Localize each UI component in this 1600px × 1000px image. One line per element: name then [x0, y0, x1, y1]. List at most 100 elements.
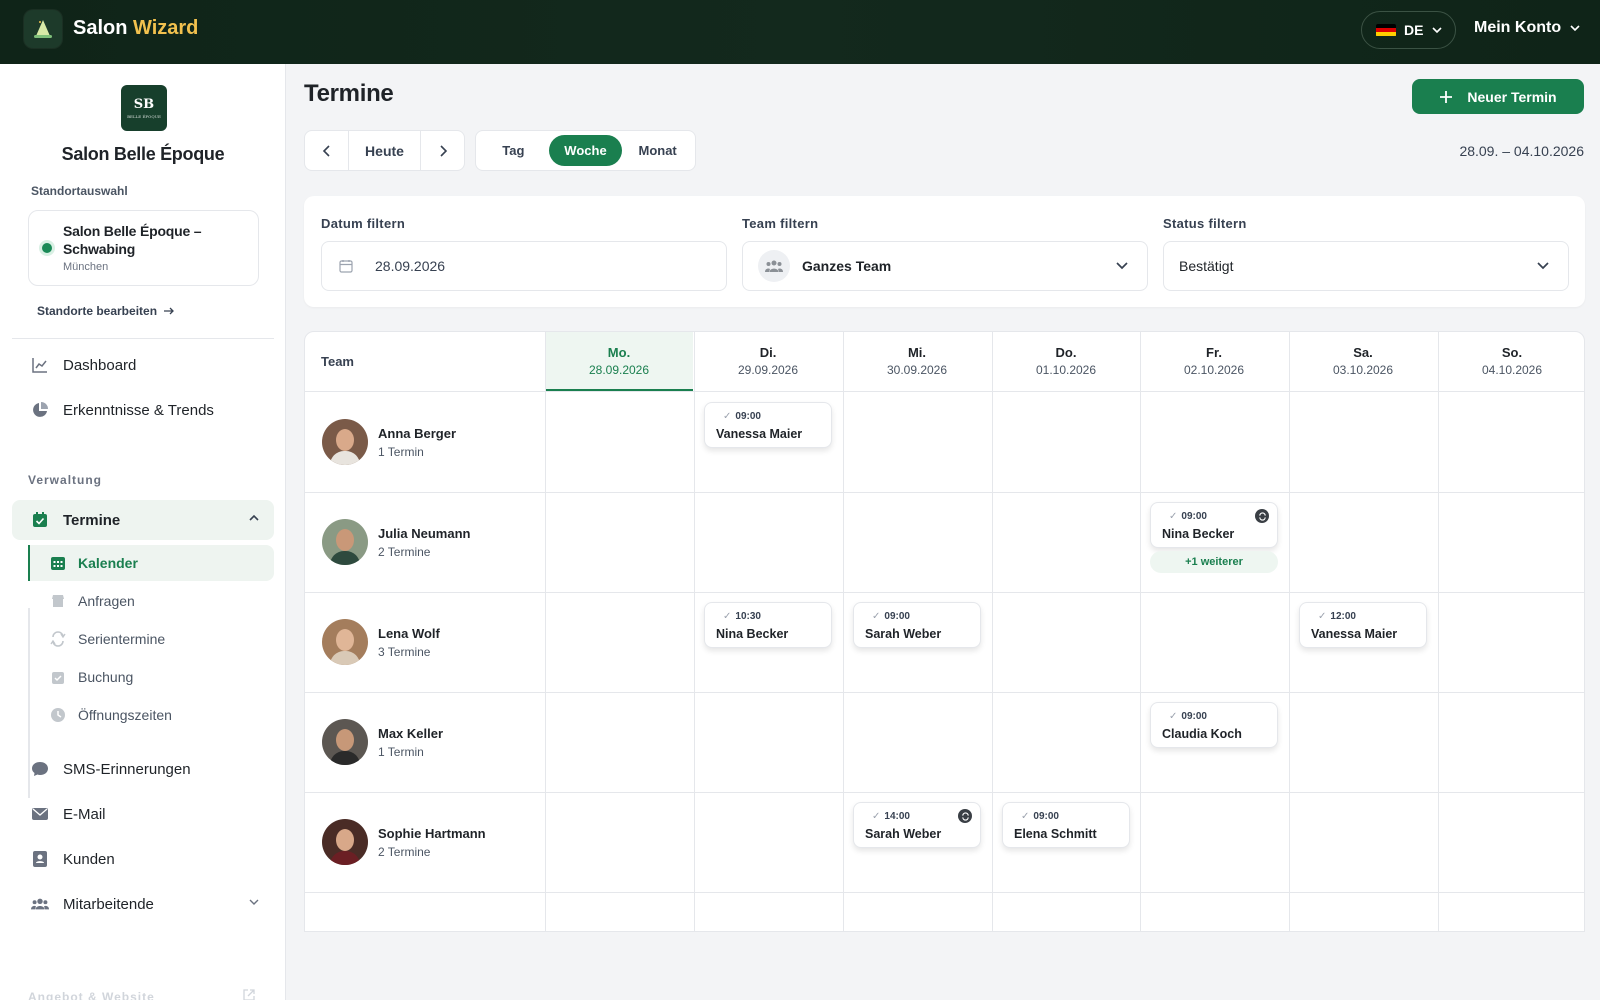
chevron-down-icon — [1537, 262, 1549, 270]
grid-line — [545, 332, 546, 931]
appointment-card[interactable]: ✓ 14:00 Sarah Weber — [853, 802, 981, 848]
avatar — [322, 519, 368, 565]
sidebar-item-mitarbeitende[interactable]: Mitarbeitende — [12, 884, 274, 924]
day-header-sat[interactable]: Sa. 03.10.2026 — [1289, 332, 1437, 391]
appointment-card[interactable]: ✓ 09:00 Elena Schmitt — [1002, 802, 1130, 848]
section-label-admin: Verwaltung — [28, 473, 103, 487]
account-menu[interactable]: Mein Konto — [1474, 19, 1581, 37]
view-tab-day[interactable]: Tag — [480, 135, 547, 166]
team-member-row[interactable]: Lena Wolf 3 Termine — [305, 592, 545, 692]
app-title: Salon Wizard — [73, 17, 199, 39]
sidebar-item-dashboard[interactable]: Dashboard — [12, 345, 274, 385]
check-icon: ✓ — [872, 811, 881, 822]
users-icon — [31, 898, 49, 910]
page-title: Termine — [304, 80, 394, 107]
check-icon: ✓ — [1021, 811, 1030, 822]
status-filter-label: Status filtern — [1163, 216, 1247, 231]
check-icon: ✓ — [723, 611, 732, 622]
view-tab-week[interactable]: Woche — [548, 135, 623, 166]
app-logo[interactable] — [24, 10, 62, 48]
status-filter-select[interactable]: Bestätigt — [1163, 241, 1569, 291]
appointment-card[interactable]: ✓ 09:00 Vanessa Maier — [704, 402, 832, 448]
salon-logo: SB BELLE ÉPOQUE — [121, 85, 167, 131]
edit-locations-link[interactable]: Standorte bearbeiten — [37, 304, 175, 318]
wizard-hat-icon — [34, 20, 52, 38]
day-header-sun[interactable]: So. 04.10.2026 — [1438, 332, 1584, 391]
section-label-offer: Angebot & Website — [28, 990, 155, 1000]
chevron-down-icon — [1570, 25, 1580, 32]
previous-week-button[interactable] — [305, 131, 348, 170]
team-member-row[interactable]: Sophie Hartmann 2 Termine — [305, 792, 545, 892]
new-appointment-button[interactable]: Neuer Termin — [1412, 79, 1584, 114]
week-calendar: Team Mo. 28.09.2026 Di. 29.09.2026 Mi. 3… — [304, 331, 1585, 932]
calendar-icon — [339, 260, 353, 273]
grid-line — [843, 332, 844, 931]
location-city: München — [63, 261, 109, 273]
store-icon — [52, 595, 64, 607]
location-name: Salon Belle Époque – Schwabing — [63, 223, 202, 257]
clock-icon — [51, 708, 65, 722]
top-bar: Salon Wizard DE Mein Konto — [0, 0, 1600, 64]
arrow-right-icon — [164, 307, 174, 315]
sidebar-item-kunden[interactable]: Kunden — [12, 839, 274, 879]
chevron-left-icon — [322, 144, 330, 157]
day-header-fri[interactable]: Fr. 02.10.2026 — [1140, 332, 1288, 391]
grid-line — [1140, 332, 1141, 931]
chevron-down-icon — [1116, 262, 1128, 270]
appointment-card[interactable]: ✓ 09:00 Nina Becker — [1150, 502, 1278, 548]
avatar — [322, 619, 368, 665]
check-icon: ✓ — [723, 411, 732, 422]
team-member-row[interactable]: Anna Berger 1 Termin — [305, 392, 545, 492]
team-member-row[interactable]: Max Keller 1 Termin — [305, 692, 545, 792]
sms-chat-icon — [32, 762, 48, 776]
location-selector[interactable]: Salon Belle Époque – Schwabing München — [28, 210, 259, 286]
sidebar-subitem-serientermine[interactable]: Serientermine — [30, 621, 274, 657]
more-appointments-button[interactable]: +1 weiterer — [1150, 551, 1278, 573]
account-label: Mein Konto — [1474, 19, 1562, 36]
grid-line — [1289, 332, 1290, 931]
appointment-card[interactable]: ✓ 09:00 Sarah Weber — [853, 602, 981, 648]
filter-panel: Datum filtern 28.09.2026 Team filtern Ga… — [304, 196, 1585, 307]
appointment-card[interactable]: ✓ 09:00 Claudia Koch — [1150, 702, 1278, 748]
day-header-tue[interactable]: Di. 29.09.2026 — [694, 332, 842, 391]
date-filter-input[interactable]: 28.09.2026 — [321, 241, 727, 291]
day-header-thu[interactable]: Do. 01.10.2026 — [992, 332, 1140, 391]
sidebar-subitem-oeffnungszeiten[interactable]: Öffnungszeiten — [30, 697, 274, 733]
avatar — [322, 419, 368, 465]
appointment-card[interactable]: ✓ 10:30 Nina Becker — [704, 602, 832, 648]
appointment-card[interactable]: ✓ 12:00 Vanessa Maier — [1299, 602, 1427, 648]
day-header-mon[interactable]: Mo. 28.09.2026 — [545, 332, 693, 391]
pie-chart-icon — [33, 402, 48, 417]
date-range-label: 28.09. – 04.10.2026 — [1459, 143, 1584, 159]
check-icon: ✓ — [1318, 611, 1327, 622]
language-code: DE — [1404, 22, 1424, 38]
location-status-dot — [42, 243, 52, 253]
sidebar-subitem-buchung[interactable]: Buchung — [30, 659, 274, 695]
external-link-icon[interactable] — [242, 988, 256, 1000]
contact-book-icon — [33, 851, 47, 867]
team-filter-select[interactable]: Ganzes Team — [742, 241, 1148, 291]
sidebar-item-sms[interactable]: SMS-Erinnerungen — [12, 749, 274, 789]
sidebar-subitem-anfragen[interactable]: Anfragen — [30, 583, 274, 619]
next-week-button[interactable] — [421, 131, 464, 170]
sidebar-subitem-kalender[interactable]: Kalender — [28, 545, 274, 581]
salon-name: Salon Belle Époque — [61, 144, 225, 164]
grid-line — [694, 332, 695, 931]
sidebar-item-insights[interactable]: Erkenntnisse & Trends — [12, 390, 274, 430]
sidebar-item-termine[interactable]: Termine — [12, 500, 274, 540]
chevron-right-icon — [439, 144, 447, 157]
team-column-header: Team — [321, 354, 354, 369]
team-member-row[interactable]: Julia Neumann 2 Termine — [305, 492, 545, 592]
team-icon — [758, 250, 790, 282]
sidebar-item-email[interactable]: E-Mail — [12, 794, 274, 834]
date-navigation: Heute — [304, 130, 465, 171]
calendar-check-icon — [33, 512, 47, 527]
view-tab-month[interactable]: Monat — [624, 135, 691, 166]
today-button[interactable]: Heute — [348, 131, 421, 170]
grid-line — [305, 892, 1584, 893]
day-header-wed[interactable]: Mi. 30.09.2026 — [843, 332, 991, 391]
language-selector[interactable]: DE — [1361, 11, 1456, 49]
calendar-grid-icon — [51, 557, 65, 570]
chevron-down-icon — [1432, 27, 1443, 34]
chevron-down-icon — [249, 899, 259, 905]
